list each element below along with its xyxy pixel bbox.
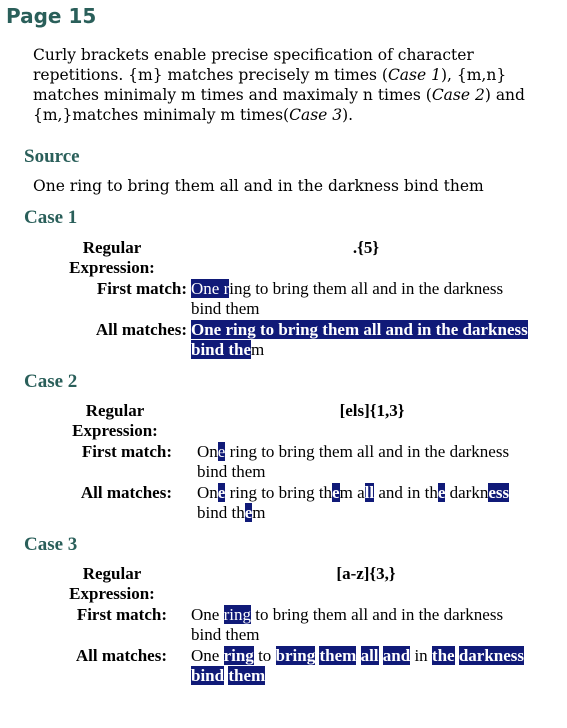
match-highlight: e <box>332 483 340 502</box>
case-3-heading: Case 3 <box>24 534 78 555</box>
regex-label-line-1: Regular <box>82 238 142 257</box>
match-plain-text: m <box>252 503 266 522</box>
match-plain-text: bind th <box>197 503 245 522</box>
match-highlight: One ring to bring them all and in the da… <box>191 320 528 359</box>
match-plain-text: ring to bring th <box>225 483 333 502</box>
case-2-regex: [els]{1,3} <box>339 401 405 420</box>
intro-case-2: Case 2 <box>431 86 485 104</box>
match-highlight: the <box>431 646 455 665</box>
intro-text-4: ). <box>342 106 354 124</box>
match-plain-text: to <box>253 646 276 665</box>
match-highlight: bring <box>275 646 316 665</box>
intro-case-1: Case 1 <box>387 66 441 84</box>
regex-label-line-2: Expression: <box>69 258 155 277</box>
match-highlight: ring <box>223 646 254 665</box>
case-1-all-matches: One ring to bring them all and in the da… <box>191 320 536 360</box>
match-highlight: One r <box>191 279 230 298</box>
case-1-first-match: One ring to bring them all and in the da… <box>191 279 536 319</box>
page-title: Page 15 <box>6 4 97 28</box>
case-3-all-matches: One ring to bring them all and in the da… <box>191 646 536 686</box>
case-3-regex-label: Regular Expression: <box>40 564 184 604</box>
case-3-first-match-label: First match: <box>76 605 167 624</box>
intro-paragraph: Curly brackets enable precise specificat… <box>33 45 548 125</box>
case-1-regex: .{5} <box>352 238 380 257</box>
match-plain-text: ring to bring them all and in the darkne… <box>197 442 510 481</box>
case-2-regex-label: Regular Expression: <box>43 401 187 441</box>
match-highlight: darkness <box>458 646 525 665</box>
match-plain-text: darkn <box>445 483 489 502</box>
case-1-heading: Case 1 <box>24 207 78 228</box>
match-plain-text: One <box>191 646 224 665</box>
case-2-all-matches-label: All matches: <box>80 483 172 502</box>
case-3-all-matches-label: All matches: <box>75 646 167 665</box>
match-highlight: ring <box>223 605 251 624</box>
match-highlight: ess <box>488 483 510 502</box>
case-1-all-matches-label: All matches: <box>95 320 187 339</box>
regex-label-line-2: Expression: <box>72 421 158 440</box>
match-plain-text: On <box>197 442 218 461</box>
match-highlight: ll <box>364 483 375 502</box>
case-2-first-match: One ring to bring them all and in the da… <box>197 442 542 482</box>
case-3-regex: [a-z]{3,} <box>336 564 396 583</box>
match-highlight: them <box>319 646 357 665</box>
match-highlight: them <box>228 666 266 685</box>
match-plain-text: One <box>191 605 224 624</box>
match-highlight: all <box>360 646 379 665</box>
case-2-all-matches: One ring to bring them all and in the da… <box>197 483 542 523</box>
match-plain-text: On <box>197 483 218 502</box>
match-highlight: bind <box>191 666 225 685</box>
match-plain-text: and in th <box>374 483 438 502</box>
match-plain-text: ing to bring them all and in the darknes… <box>191 279 504 318</box>
case-1-regex-label: Regular Expression: <box>40 238 184 278</box>
case-2-first-match-label: First match: <box>81 442 172 461</box>
source-text: One ring to bring them all and in the da… <box>33 177 484 195</box>
match-plain-text: m <box>251 340 265 359</box>
regex-label-line-1: Regular <box>85 401 145 420</box>
case-2-heading: Case 2 <box>24 371 78 392</box>
match-highlight: and <box>382 646 411 665</box>
regex-label-line-1: Regular <box>82 564 142 583</box>
regex-label-line-2: Expression: <box>69 584 155 603</box>
intro-case-3: Case 3 <box>289 106 343 124</box>
case-1-first-match-label: First match: <box>96 279 187 298</box>
source-heading: Source <box>24 146 80 167</box>
match-plain-text: m a <box>339 483 365 502</box>
match-plain-text <box>356 646 360 665</box>
case-3-first-match: One ring to bring them all and in the da… <box>191 605 536 645</box>
match-plain-text: in <box>410 646 432 665</box>
